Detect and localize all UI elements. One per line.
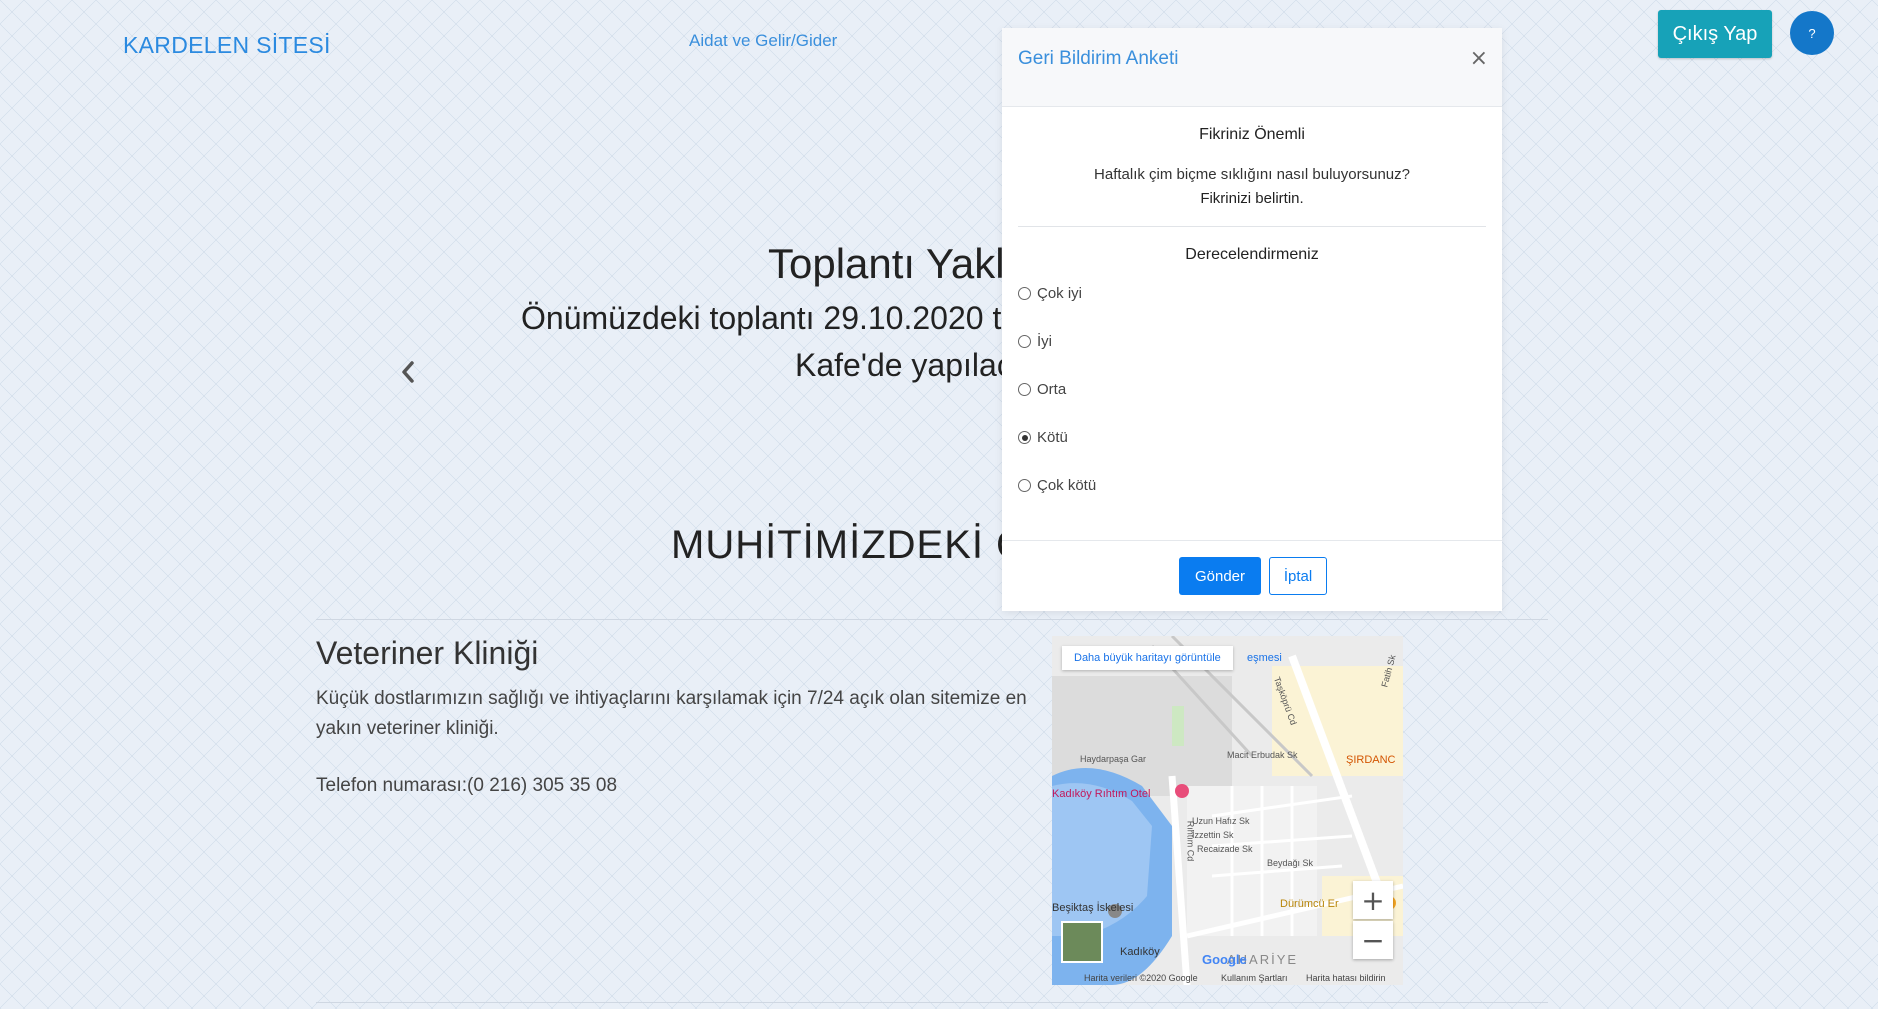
nav-link-dues[interactable]: Aidat ve Gelir/Gider xyxy=(689,31,837,51)
send-button[interactable]: Gönder xyxy=(1179,557,1261,595)
rating-option-label: Kötü xyxy=(1037,429,1068,446)
radio-button[interactable] xyxy=(1018,383,1031,396)
rating-option-bad[interactable]: Kötü xyxy=(1018,429,1068,446)
map-zoom-out-button[interactable]: − xyxy=(1353,921,1393,959)
rating-option-label: Çok iyi xyxy=(1037,285,1083,302)
map-terms-link[interactable]: Kullanım Şartları xyxy=(1221,973,1288,983)
logout-button[interactable]: Çıkış Yap xyxy=(1658,10,1772,58)
rating-option-good[interactable]: İyi xyxy=(1018,333,1052,350)
radio-button[interactable] xyxy=(1018,335,1031,348)
rating-option-label: Orta xyxy=(1037,381,1067,398)
radio-button[interactable] xyxy=(1018,287,1031,300)
section-title: MUHİTİMİZDEKİ OI xyxy=(671,523,1041,567)
map-place-label: Beşiktaş İskelesi xyxy=(1052,902,1134,914)
embedded-map[interactable]: Daha büyük haritayı görüntüle eşmesi Mac… xyxy=(1052,636,1403,985)
map-street-label: İzzettin Sk xyxy=(1192,830,1234,840)
card-phone: Telefon numarası:(0 216) 305 35 08 xyxy=(316,775,618,796)
map-street-label: Rıhtım Cd xyxy=(1185,820,1196,862)
map-data-credit: Harita verileri ©2020 Google xyxy=(1084,973,1198,983)
card-description: Küçük dostlarımızın sağlığı ve ihtiyaçla… xyxy=(316,688,1027,739)
map-place-label: Dürümcü Er xyxy=(1280,898,1339,910)
feedback-modal: Geri Bildirim Anketi × Fikriniz Önemli H… xyxy=(1002,28,1502,611)
map-hotel-label: Kadıköy Rıhtım Otel xyxy=(1052,788,1151,800)
carousel-title: Toplantı Yakla xyxy=(768,240,1028,287)
help-button[interactable]: ? xyxy=(1790,11,1834,55)
rating-option-label: Çok kötü xyxy=(1037,477,1097,494)
section-divider-top xyxy=(316,619,1548,620)
modal-divider xyxy=(1018,226,1486,227)
rating-option-very-good[interactable]: Çok iyi xyxy=(1018,285,1082,302)
cancel-button[interactable]: İptal xyxy=(1269,557,1327,595)
modal-header: Geri Bildirim Anketi × xyxy=(1002,28,1502,107)
map-place-label: eşmesi xyxy=(1247,652,1282,664)
site-brand[interactable]: KARDELEN SİTESİ xyxy=(123,32,331,59)
rating-label: Derecelendirmeniz xyxy=(1185,246,1319,263)
modal-heading: Fikriniz Önemli xyxy=(1199,126,1305,143)
carousel-prev-button[interactable] xyxy=(396,358,420,386)
radio-button-selected[interactable] xyxy=(1018,431,1031,444)
map-street-label: Uzun Hafız Sk xyxy=(1192,816,1250,826)
map-street-label: Haydarpaşa Gar xyxy=(1080,754,1147,764)
survey-instruction: Fikrinizi belirtin. xyxy=(1200,190,1304,207)
close-icon[interactable]: × xyxy=(1470,46,1488,71)
card-title: Veteriner Kliniği xyxy=(316,635,539,671)
map-street-label: Recaizade Sk xyxy=(1197,844,1253,854)
rating-option-very-bad[interactable]: Çok kötü xyxy=(1018,477,1096,494)
rating-option-average[interactable]: Orta xyxy=(1018,381,1066,398)
radio-button[interactable] xyxy=(1018,479,1031,492)
modal-title: Geri Bildirim Anketi xyxy=(1018,48,1179,69)
google-logo: Google xyxy=(1202,952,1247,967)
map-street-label: Beydağı Sk xyxy=(1267,858,1314,868)
carousel-text-line1: Önümüzdeki toplantı 29.10.2020 ta xyxy=(521,300,1020,336)
map-tiles xyxy=(1052,636,1403,985)
rating-option-label: İyi xyxy=(1037,333,1052,350)
map-zoom-in-button[interactable]: + xyxy=(1353,881,1393,919)
carousel-text-line2: Kafe'de yapılac xyxy=(795,347,1013,383)
map-place-label: Kadıköy xyxy=(1120,946,1160,958)
chevron-left-icon xyxy=(402,361,414,383)
view-larger-map-button[interactable]: Daha büyük haritayı görüntüle xyxy=(1062,646,1233,670)
map-report-link[interactable]: Harita hatası bildirin xyxy=(1306,973,1386,983)
survey-question: Haftalık çim biçme sıklığını nasıl buluy… xyxy=(1094,166,1410,183)
section-divider-bottom xyxy=(316,1002,1548,1003)
map-street-label: Macit Erbudak Sk xyxy=(1227,750,1298,760)
map-place-label: ŞIRDANC xyxy=(1346,754,1396,766)
